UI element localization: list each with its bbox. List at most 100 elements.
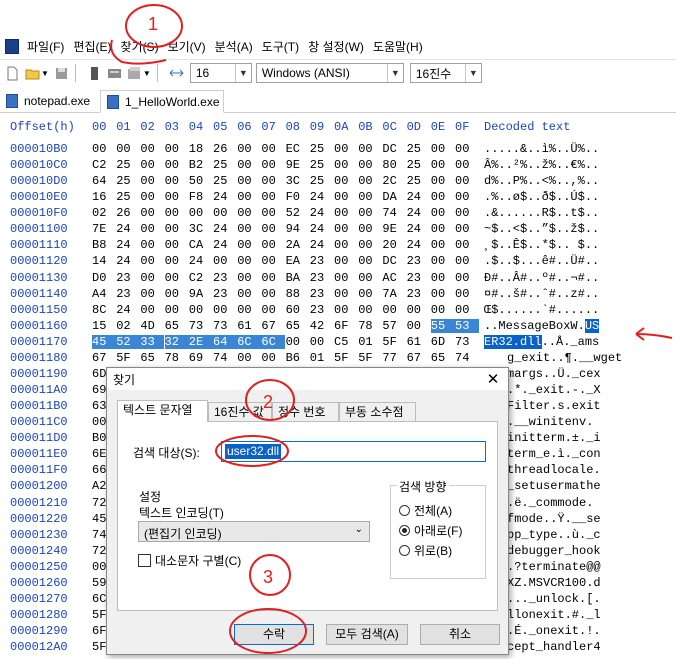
decoded-text[interactable]: .&......R$..t$.. [484, 206, 599, 220]
hex-row[interactable]: 00001100 7E 24 00 00 3C 24 00 00 94 24 00 00 9E 24 00 00… [0, 222, 676, 238]
hex-byte[interactable]: 00 [165, 238, 189, 252]
decoded-text[interactable]: .?terminate@@ [507, 560, 601, 574]
hex-byte[interactable]: 00 [261, 190, 285, 204]
hex-byte[interactable]: 01 [358, 335, 382, 349]
hex-byte[interactable]: 80 [382, 158, 406, 172]
hex-byte[interactable]: 24 [213, 222, 237, 236]
hex-byte[interactable]: 00 [334, 254, 358, 268]
hex-byte[interactable]: EC [286, 142, 310, 156]
hex-byte[interactable]: 67 [261, 319, 285, 333]
hex-byte[interactable]: 00 [431, 174, 455, 188]
hex-byte[interactable]: 00 [140, 303, 164, 317]
hex-byte[interactable]: 00 [455, 190, 479, 204]
hex-byte[interactable]: 00 [334, 158, 358, 172]
hex-byte[interactable]: 00 [334, 206, 358, 220]
hex-byte[interactable]: 6C [237, 334, 262, 349]
hex-byte[interactable]: 94 [286, 222, 310, 236]
decoded-text[interactable]: Â%..²%..ž%..€%.. [484, 158, 599, 172]
hex-byte[interactable]: C2 [189, 271, 213, 285]
radio-up[interactable]: 위로(B) [399, 542, 452, 559]
decoded-text[interactable]: cept_handler4 [507, 640, 601, 654]
hex-byte[interactable]: 74 [382, 206, 406, 220]
hex-byte[interactable]: 00 [237, 174, 261, 188]
hex-byte[interactable]: 00 [189, 303, 213, 317]
hex-byte[interactable]: DC [382, 142, 406, 156]
hex-byte[interactable]: 45 [92, 334, 116, 349]
hex-byte[interactable]: 00 [431, 222, 455, 236]
find-all-button[interactable]: 모두 검색(A) [326, 624, 408, 645]
hex-byte[interactable]: 67 [407, 351, 431, 365]
hex-byte[interactable]: 65 [286, 319, 310, 333]
disk-icon[interactable] [107, 66, 122, 81]
hex-byte[interactable]: 00 [455, 303, 479, 317]
accept-button[interactable]: 수락 [234, 624, 314, 645]
hex-byte[interactable]: 24 [310, 238, 334, 252]
decoded-text[interactable]: ~$..<$..”$..ž$.. [484, 222, 599, 236]
hex-byte[interactable]: 00 [358, 254, 382, 268]
hex-byte[interactable]: 00 [358, 142, 382, 156]
hex-byte[interactable]: 24 [407, 238, 431, 252]
hex-byte[interactable]: 23 [213, 287, 237, 301]
hex-byte[interactable]: 24 [310, 190, 334, 204]
hex-byte[interactable]: 00 [431, 190, 455, 204]
hex-byte[interactable]: 24 [407, 206, 431, 220]
hex-byte[interactable]: 65 [165, 319, 189, 333]
hex-byte[interactable]: 00 [455, 174, 479, 188]
hex-byte[interactable]: 00 [261, 351, 285, 365]
hex-byte[interactable]: 65 [140, 351, 164, 365]
hex-byte[interactable]: 00 [140, 271, 164, 285]
hex-byte[interactable]: 20 [382, 238, 406, 252]
decoded-text[interactable]: ¤#..š#..ˆ#..z#.. [484, 287, 599, 301]
hex-byte[interactable]: 00 [310, 335, 334, 349]
decoded-text[interactable]: ¸$..Ê$..*$.. $.. [484, 238, 599, 252]
hex-byte[interactable]: 23 [310, 303, 334, 317]
case-sensitive-checkbox[interactable]: 대소문자 구별(C) [138, 552, 241, 569]
hex-byte[interactable]: 61 [237, 319, 261, 333]
hex-byte[interactable]: 64 [92, 174, 116, 188]
hex-byte[interactable]: 00 [165, 190, 189, 204]
hex-byte[interactable]: 00 [261, 158, 285, 172]
hex-byte[interactable]: 00 [165, 206, 189, 220]
hex-byte[interactable]: 00 [261, 254, 285, 268]
open-folder-icon[interactable] [25, 66, 40, 81]
hex-byte[interactable]: 00 [165, 287, 189, 301]
hex-byte[interactable]: 00 [237, 222, 261, 236]
hex-byte[interactable]: 00 [237, 351, 261, 365]
decoded-text[interactable]: pp_type..ù._c [507, 528, 601, 542]
hex-byte[interactable]: 00 [116, 142, 140, 156]
hex-byte[interactable]: F8 [189, 190, 213, 204]
tab-text-string[interactable]: 텍스트 문자열 [117, 400, 208, 422]
hex-byte[interactable]: 25 [310, 158, 334, 172]
tab-helloworld[interactable]: 1_HelloWorld.exe [100, 90, 224, 113]
hex-byte[interactable]: 00 [165, 142, 189, 156]
open-dropdown-icon[interactable]: ▼ [41, 69, 49, 78]
hex-byte[interactable]: 5F [358, 351, 382, 365]
bytes-per-row-combo[interactable]: 16 ▼ [189, 63, 252, 83]
hex-byte[interactable]: 3C [286, 174, 310, 188]
hex-byte[interactable]: F0 [286, 190, 310, 204]
decoded-text[interactable]: fmode..Ÿ.__se [507, 512, 601, 526]
hex-byte[interactable]: 24 [116, 222, 140, 236]
hex-byte[interactable]: 00 [237, 271, 261, 285]
hex-byte[interactable]: 4D [140, 319, 164, 333]
encoding-select[interactable]: (편집기 인코딩) ⌄ [138, 521, 370, 542]
hex-byte[interactable]: BA [286, 271, 310, 285]
hex-byte[interactable]: 00 [237, 287, 261, 301]
hex-byte[interactable]: 00 [237, 238, 261, 252]
hex-byte[interactable]: 00 [431, 142, 455, 156]
hex-byte[interactable]: 88 [286, 287, 310, 301]
hex-byte[interactable]: 77 [382, 351, 406, 365]
hex-byte[interactable]: 25 [213, 174, 237, 188]
hex-byte[interactable]: 24 [189, 254, 213, 268]
decoded-text[interactable]: .$..$...ê#..Ü#.. [484, 254, 599, 268]
decoded-text[interactable]: initterm.±._i [507, 431, 601, 445]
tab-notepad[interactable]: notepad.exe [0, 90, 106, 111]
hex-byte[interactable]: 00 [213, 254, 237, 268]
hex-byte[interactable]: C2 [92, 158, 116, 172]
hex-byte[interactable]: 00 [358, 206, 382, 220]
hex-byte[interactable]: 60 [286, 303, 310, 317]
hex-byte[interactable]: 24 [213, 238, 237, 252]
hex-byte[interactable]: 74 [455, 351, 479, 365]
hex-byte[interactable]: CA [189, 238, 213, 252]
hex-row[interactable]: 00001140 A4 23 00 00 9A 23 00 00 88 23 00 00 7A 23 00 00… [0, 287, 676, 303]
